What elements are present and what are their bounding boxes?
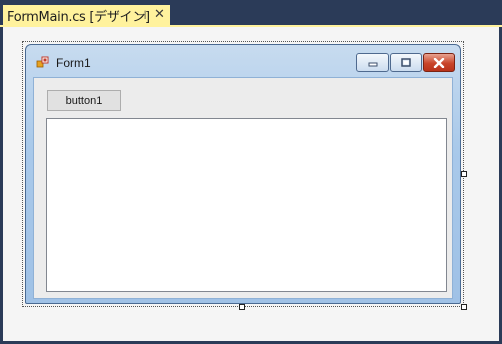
form-client-area: button1	[33, 77, 453, 299]
resize-handle-right[interactable]	[461, 171, 467, 177]
tab-close-icon[interactable]: ✕	[154, 6, 165, 23]
resize-handle-bottom[interactable]	[239, 304, 245, 310]
form-icon	[36, 56, 49, 68]
maximize-icon	[401, 57, 411, 67]
pin-icon[interactable]: ⊣	[136, 7, 146, 23]
minimize-icon	[368, 62, 377, 66]
button1[interactable]: button1	[47, 90, 121, 111]
minimize-button[interactable]	[356, 53, 389, 72]
document-tab-title: FormMain.cs [デザイン]	[7, 9, 150, 25]
document-tab-formmain[interactable]: FormMain.cs [デザイン] ⊣ ✕	[3, 5, 170, 25]
maximize-button[interactable]	[390, 53, 422, 72]
close-icon	[433, 57, 445, 68]
form1-window[interactable]: Form1 button1	[25, 44, 461, 304]
close-button[interactable]	[423, 53, 455, 72]
designer-canvas[interactable]: Form1 button1	[3, 27, 499, 341]
textbox1[interactable]	[46, 118, 447, 292]
resize-handle-bottom-right[interactable]	[461, 304, 467, 310]
form-title: Form1	[56, 56, 91, 70]
